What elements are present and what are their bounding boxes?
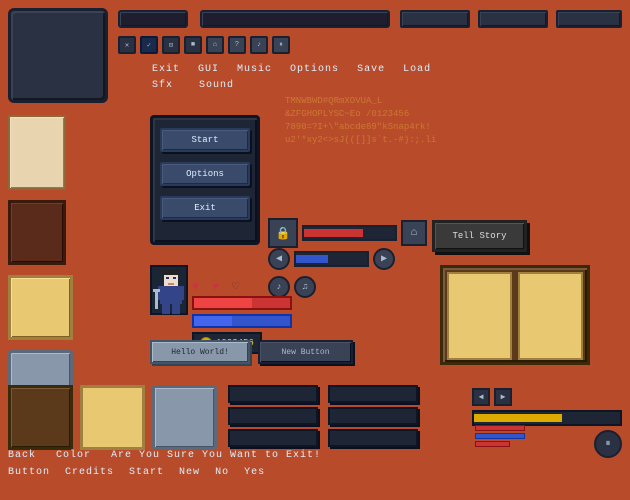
pause-icon[interactable]: ⏸ xyxy=(272,36,290,54)
no-label[interactable]: No xyxy=(215,467,229,478)
stacked-bars xyxy=(475,425,525,447)
nav-labels-row1: Exit GUI Music Options Save Load xyxy=(152,64,431,75)
slider-1[interactable] xyxy=(302,225,397,241)
sfx-label[interactable]: Sfx xyxy=(152,80,173,91)
bottom-left-arrow[interactable]: ◀ xyxy=(472,388,490,406)
monitor-icon[interactable]: ⊡ xyxy=(162,36,180,54)
home-icon[interactable]: ⌂ xyxy=(206,36,224,54)
lock-button[interactable]: 🔒 xyxy=(268,218,298,248)
sound-label[interactable]: Sound xyxy=(199,80,234,91)
dark-btn-6[interactable] xyxy=(328,429,418,447)
hp-bar xyxy=(192,296,292,310)
load-label[interactable]: Load xyxy=(403,64,431,75)
home-button[interactable]: ⌂ xyxy=(401,220,427,246)
main-container: ✕ ✓ ⊡ ■ ⌂ ? ♪ ⏸ Exit GUI Music Options S… xyxy=(0,0,630,500)
right-panel-right xyxy=(518,272,583,360)
main-menu-panel: Start Options Exit xyxy=(150,115,260,245)
control-row-2: ◀ ▶ xyxy=(268,248,395,270)
stack-bar-blue-1 xyxy=(475,433,525,439)
dark-btn-3[interactable] xyxy=(228,429,318,447)
top-button-1[interactable] xyxy=(118,10,188,28)
dark-btn-2[interactable] xyxy=(228,407,318,425)
heart-1: ♥ xyxy=(192,280,208,294)
slider-2[interactable] xyxy=(294,251,369,267)
health-area: ♥ ♥ ♡ 1023456 xyxy=(150,278,340,338)
control-row-1: 🔒 ⌂ xyxy=(268,218,427,248)
exit-label[interactable]: Exit xyxy=(152,64,180,75)
options-button[interactable]: Options xyxy=(160,162,250,186)
bottom-dark-btns-2 xyxy=(328,385,418,447)
font-line1: TMNWBWD#QRmXOVUA_L xyxy=(285,95,436,108)
exit-button[interactable]: Exit xyxy=(160,196,250,220)
heart-row: ♥ ♥ ♡ xyxy=(192,280,248,294)
brown-panel xyxy=(8,200,66,265)
bottom-dark-btns xyxy=(228,385,318,447)
back-label[interactable]: Back xyxy=(8,450,36,461)
square-icon[interactable]: ■ xyxy=(184,36,202,54)
start-button[interactable]: Start xyxy=(160,128,250,152)
stack-bar-red-2 xyxy=(475,441,510,447)
nav-labels-row2: Sfx Sound xyxy=(152,80,234,91)
heart-2: ♥ xyxy=(212,280,228,294)
yes-label[interactable]: Yes xyxy=(244,467,265,478)
font-display: TMNWBWD#QRmXOVUA_L &ZFGHOPLYSC~Eo /01234… xyxy=(285,95,436,147)
start-label-bottom[interactable]: Start xyxy=(129,467,164,478)
music-label[interactable]: Music xyxy=(237,64,272,75)
question-icon[interactable]: ? xyxy=(228,36,246,54)
top-button-5[interactable] xyxy=(556,10,622,28)
music-icon[interactable]: ♪ xyxy=(250,36,268,54)
yellow-panel xyxy=(8,275,73,340)
color-label[interactable]: Color xyxy=(56,450,91,461)
top-button-4[interactable] xyxy=(478,10,548,28)
bottom-progress-bar[interactable] xyxy=(472,410,622,426)
left-arrow-button[interactable]: ◀ xyxy=(268,248,290,270)
right-arrow-button[interactable]: ▶ xyxy=(373,248,395,270)
gui-label[interactable]: GUI xyxy=(198,64,219,75)
bottom-brown-panel xyxy=(8,385,73,450)
x-icon[interactable]: ✕ xyxy=(118,36,136,54)
heart-3: ♡ xyxy=(232,280,248,294)
tell-story-button[interactable]: Tell Story xyxy=(432,220,527,252)
new-label-bottom[interactable]: New xyxy=(179,467,200,478)
stack-bar-red-1 xyxy=(475,425,525,431)
new-button[interactable]: New Button xyxy=(258,340,353,364)
bottom-labels-row2: Button Credits Start New No Yes xyxy=(8,467,265,478)
mp-bar xyxy=(192,314,292,328)
font-line3: 7890=?I+\"abcde89"kSnap4rk! xyxy=(285,121,436,134)
icon-row: ✕ ✓ ⊡ ■ ⌂ ? ♪ ⏸ xyxy=(118,36,290,54)
right-panel-left xyxy=(447,272,512,360)
dark-btn-4[interactable] xyxy=(328,385,418,403)
credits-label[interactable]: Credits xyxy=(65,467,114,478)
bottom-labels-row1: Back Color Are You Sure You Want to Exit… xyxy=(8,450,321,461)
top-button-3[interactable] xyxy=(400,10,470,28)
bottom-right-controls: ◀ ▶ ⏸ xyxy=(472,388,622,458)
arrow-buttons-row: ◀ ▶ xyxy=(472,388,622,406)
font-line2: &ZFGHOPLYSC~Eo /0123456 xyxy=(285,108,436,121)
check-icon[interactable]: ✓ xyxy=(140,36,158,54)
right-panel xyxy=(440,265,590,365)
save-label[interactable]: Save xyxy=(357,64,385,75)
top-button-2[interactable] xyxy=(200,10,390,28)
bottom-right-arrow[interactable]: ▶ xyxy=(494,388,512,406)
options-label[interactable]: Options xyxy=(290,64,339,75)
exit-confirm-label: Are You Sure You Want to Exit! xyxy=(111,450,321,461)
font-line4: u2'*xy2<>sJ(([]]s`t.-#):;.li xyxy=(285,134,436,147)
button-label[interactable]: Button xyxy=(8,467,50,478)
dark-btn-1[interactable] xyxy=(228,385,318,403)
pause-button[interactable]: ⏸ xyxy=(594,430,622,458)
bottom-tan-panel xyxy=(80,385,145,450)
bottom-gray-panel xyxy=(152,385,217,450)
top-left-panel xyxy=(8,8,108,103)
hello-world-button[interactable]: Hello World! xyxy=(150,340,250,364)
dark-btn-5[interactable] xyxy=(328,407,418,425)
tan-panel xyxy=(8,115,66,190)
